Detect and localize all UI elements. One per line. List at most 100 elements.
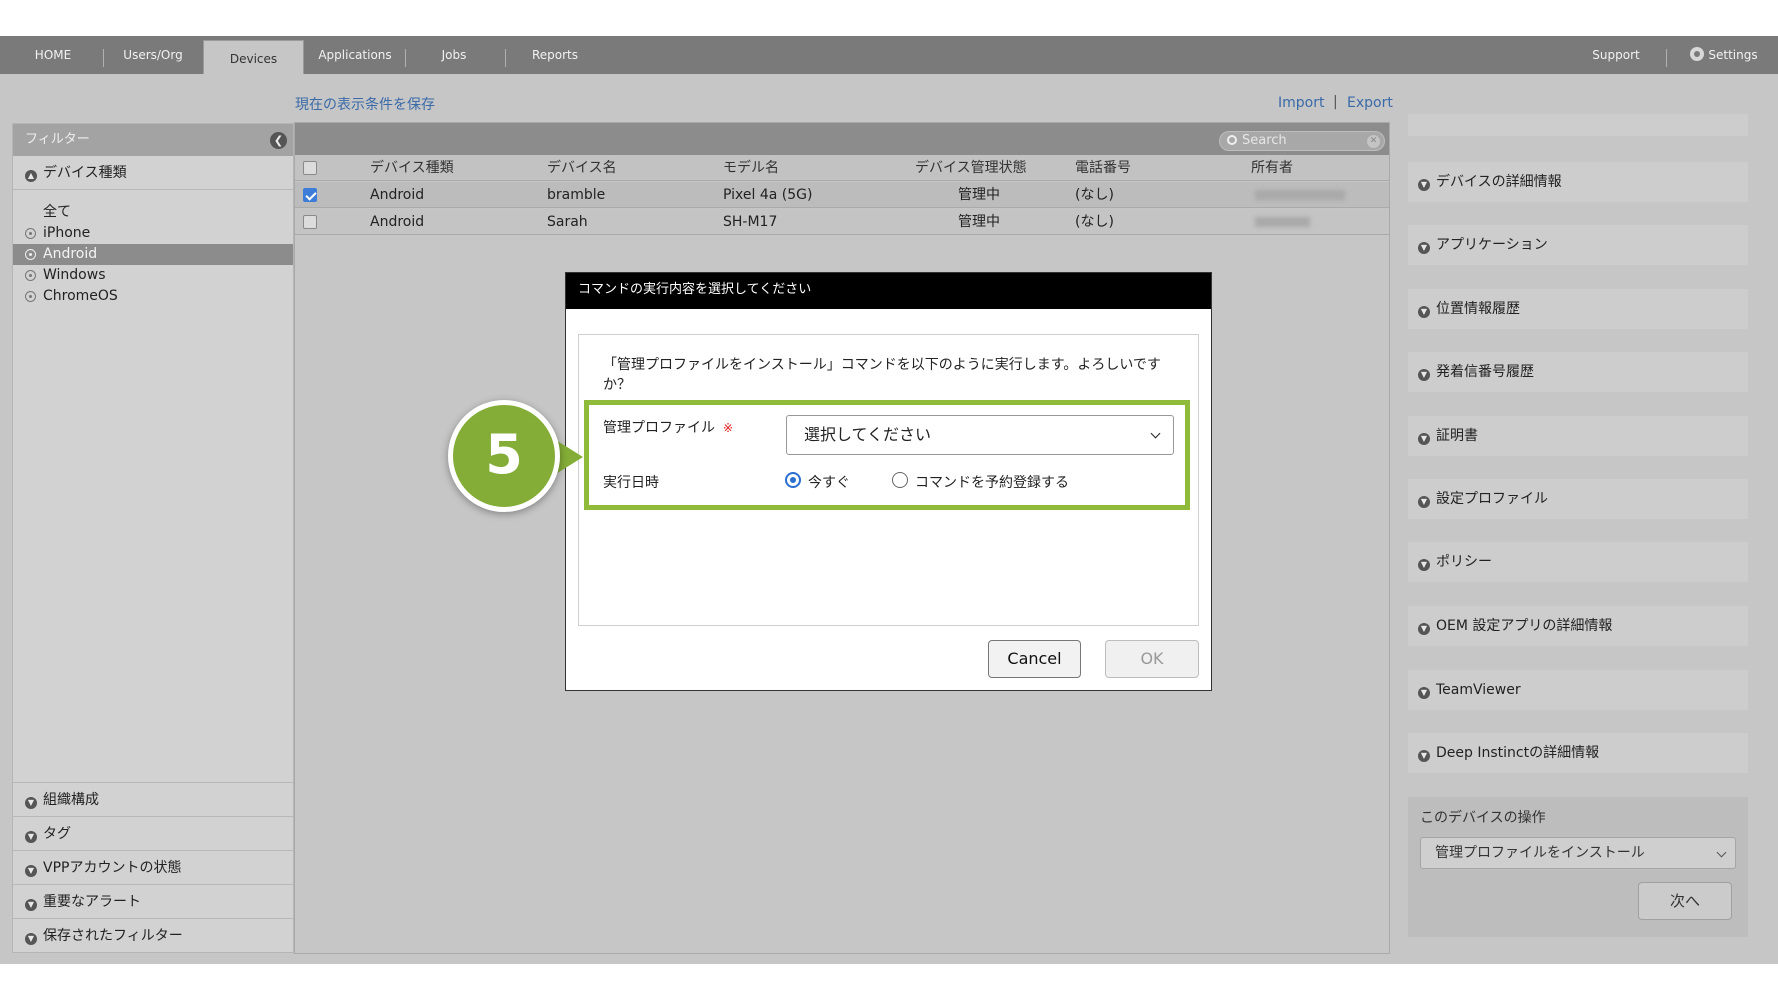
filter-section-org[interactable]: ▼ 組織構成 [13, 782, 293, 816]
ok-button[interactable]: OK [1105, 640, 1199, 678]
support-link[interactable]: Support [1582, 36, 1650, 74]
chevron-left-icon[interactable]: ❮ [270, 132, 287, 149]
column-header[interactable]: 所有者 [1251, 155, 1293, 181]
top-nav: HOME Users/Org Devices Applications Jobs… [0, 36, 1778, 74]
device-status: 管理中 [958, 187, 1000, 203]
select-all-checkbox[interactable] [303, 161, 317, 175]
filter-panel: フィルター ❮ ▲ デバイス種類 全て iPhone Android Window… [12, 123, 294, 953]
tab-users-org[interactable]: Users/Org [110, 36, 196, 74]
right-section-call-history[interactable]: ▼ 発着信番号履歴 [1408, 352, 1748, 392]
section-label: Deep Instinctの詳細情報 [1436, 745, 1600, 761]
profile-label: 管理プロファイル ※ [603, 417, 733, 437]
tab-reports[interactable]: Reports [516, 36, 594, 74]
filter-section-tag[interactable]: ▼ タグ [13, 816, 293, 850]
import-link[interactable]: Import [1278, 95, 1324, 111]
settings-link[interactable]: Settings [1680, 36, 1768, 74]
required-mark: ※ [723, 421, 734, 435]
filter-section-alerts[interactable]: ▼ 重要なアラート [13, 884, 293, 918]
filter-item-label: Windows [43, 267, 106, 283]
toolbar-separator: | [1333, 94, 1338, 110]
tab-applications[interactable]: Applications [312, 36, 398, 74]
device-operation-box: このデバイスの操作 管理プロファイルをインストール 次へ [1408, 797, 1748, 937]
right-section-teamviewer[interactable]: ▼ TeamViewer [1408, 670, 1748, 710]
table-toolbar: Search ✕ [295, 123, 1389, 155]
operation-select[interactable]: 管理プロファイルをインストール [1420, 837, 1736, 869]
section-label: VPPアカウントの状態 [43, 860, 182, 876]
filter-item-chromeos[interactable]: ChromeOS [13, 286, 293, 307]
filter-section-vpp[interactable]: ▼ VPPアカウントの状態 [13, 850, 293, 884]
right-section-oem[interactable]: ▼ OEM 設定アプリの詳細情報 [1408, 606, 1748, 646]
operation-selected-value: 管理プロファイルをインストール [1435, 845, 1645, 861]
device-phone: (なし) [1075, 187, 1114, 203]
column-header[interactable]: モデル名 [723, 155, 779, 181]
column-header[interactable]: デバイス種類 [370, 155, 454, 181]
profile-select-value: 選択してください [804, 425, 932, 444]
right-section-profiles[interactable]: ▼ 設定プロファイル [1408, 479, 1748, 519]
chevron-down-icon: ▼ [25, 797, 37, 809]
column-header[interactable]: 電話番号 [1075, 155, 1131, 181]
filter-item-label: iPhone [43, 225, 91, 241]
right-section-policy[interactable]: ▼ ポリシー [1408, 542, 1748, 582]
table-row[interactable]: Android Sarah SH-M17 管理中 (なし) [295, 209, 1389, 235]
device-model: Pixel 4a (5G) [723, 187, 813, 203]
right-section-certificates[interactable]: ▼ 証明書 [1408, 416, 1748, 456]
chevron-down-icon: ▼ [1418, 750, 1430, 762]
chevron-down-icon: ▼ [1418, 242, 1430, 254]
section-label: 位置情報履歴 [1436, 301, 1520, 317]
filter-item-iphone[interactable]: iPhone [13, 223, 293, 244]
profile-label-text: 管理プロファイル [603, 420, 715, 436]
datetime-label: 実行日時 [603, 475, 659, 491]
radio-now[interactable] [785, 472, 801, 488]
filter-item-all[interactable]: 全て [13, 202, 293, 223]
tab-jobs[interactable]: Jobs [418, 36, 490, 74]
chevron-down-icon: ▼ [1418, 369, 1430, 381]
save-view-link[interactable]: 現在の表示条件を保存 [295, 94, 435, 114]
chevron-up-icon: ▲ [25, 170, 37, 182]
chevron-down-icon: ▼ [1418, 306, 1430, 318]
radio-schedule-label[interactable]: コマンドを予約登録する [915, 472, 1069, 492]
next-button[interactable]: 次へ [1638, 882, 1732, 920]
column-header[interactable]: デバイス管理状態 [915, 155, 1027, 181]
cancel-button[interactable]: Cancel [988, 640, 1081, 678]
section-label: OEM 設定アプリの詳細情報 [1436, 618, 1613, 634]
filter-section-device-type[interactable]: ▲ デバイス種類 [13, 156, 293, 190]
radio-now-label[interactable]: 今すぐ [808, 472, 850, 492]
tab-divider [103, 49, 104, 67]
section-label: デバイス種類 [43, 165, 127, 181]
step-marker: 5 [448, 400, 560, 512]
table-header: デバイス種類 デバイス名 モデル名 デバイス管理状態 電話番号 所有者 [295, 155, 1389, 181]
table-row[interactable]: Android bramble Pixel 4a (5G) 管理中 (なし) [295, 182, 1389, 208]
chevron-down-icon: ▼ [1418, 623, 1430, 635]
device-status: 管理中 [958, 214, 1000, 230]
section-label: 証明書 [1436, 428, 1478, 444]
filter-bottom-sections: ▼ 組織構成 ▼ タグ ▼ VPPアカウントの状態 ▼ 重要なアラート ▼ 保存されたフィ… [13, 782, 293, 952]
device-type: Android [370, 187, 425, 203]
section-label: 設定プロファイル [1436, 491, 1548, 507]
dialog-message: 「管理プロファイルをインストール」コマンドを以下のように実行します。よろしいです… [603, 357, 1161, 393]
tab-devices[interactable]: Devices [203, 40, 304, 74]
section-label: タグ [43, 826, 71, 842]
chevron-down-icon: ▼ [1418, 687, 1430, 699]
right-section-location[interactable]: ▼ 位置情報履歴 [1408, 289, 1748, 329]
radio-dot-icon [25, 249, 36, 260]
right-section-applications[interactable]: ▼ アプリケーション [1408, 225, 1748, 265]
operation-title: このデバイスの操作 [1420, 810, 1546, 826]
filter-title: フィルター [25, 132, 90, 147]
filter-item-android[interactable]: Android [13, 244, 293, 265]
gear-icon [1690, 47, 1705, 61]
right-section-deep-instinct[interactable]: ▼ Deep Instinctの詳細情報 [1408, 733, 1748, 773]
row-checkbox[interactable] [303, 215, 317, 229]
column-header[interactable]: デバイス名 [547, 155, 617, 181]
right-section-device-details[interactable]: ▼ デバイスの詳細情報 [1408, 162, 1748, 202]
search-input[interactable]: Search ✕ [1219, 131, 1385, 151]
filter-section-saved[interactable]: ▼ 保存されたフィルター [13, 918, 293, 952]
filter-item-windows[interactable]: Windows [13, 265, 293, 286]
clear-icon[interactable]: ✕ [1367, 135, 1380, 148]
section-label: ポリシー [1436, 554, 1492, 570]
profile-select[interactable]: 選択してください [786, 415, 1174, 455]
tab-home[interactable]: HOME [14, 36, 92, 74]
radio-schedule[interactable] [892, 472, 908, 488]
export-link[interactable]: Export [1347, 95, 1393, 111]
row-checkbox[interactable] [303, 188, 317, 202]
chevron-down-icon: ▼ [1418, 496, 1430, 508]
